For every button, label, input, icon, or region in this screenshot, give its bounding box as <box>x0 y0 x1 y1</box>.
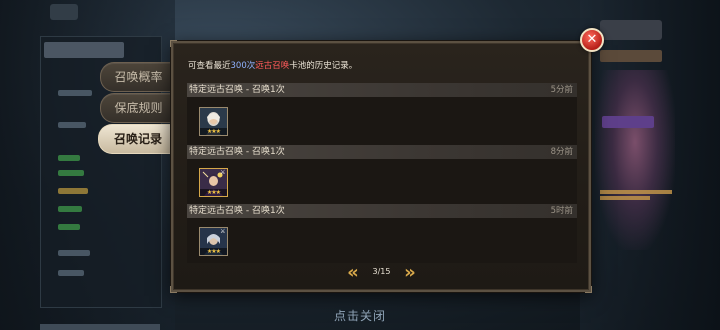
background-strip <box>58 155 80 161</box>
background-strip <box>58 122 86 128</box>
history-list[interactable]: 特定远古召唤 - 召唤1次 5分前 ★★★ 特定远古召唤 - 召唤1次 8分前 <box>187 83 577 263</box>
weapon-icon: ⚔ <box>220 169 226 176</box>
hero-portrait-blue-knight-icon[interactable]: ⚔ ★★★ <box>199 227 228 256</box>
background-strip <box>58 188 88 194</box>
info-prefix: 可查看最近 <box>188 61 231 71</box>
background-strip <box>58 224 80 230</box>
hero-star-rating: ★★★ <box>200 248 227 255</box>
background-right-strip <box>600 196 650 200</box>
close-x-icon[interactable]: ✕ <box>580 28 604 52</box>
hero-star-rating: ★★★ <box>200 128 227 135</box>
hero-star-rating: ★★★ <box>200 189 227 196</box>
summon-history-panel: 可查看最近300次远古召唤卡池的历史记录。 特定远古召唤 - 召唤1次 5分前 … <box>170 40 592 293</box>
background-right-strip <box>600 190 672 194</box>
panel-corner-ornament <box>585 286 592 293</box>
background-side-footer <box>40 324 160 330</box>
background-side-header <box>44 42 124 58</box>
tap-to-close-hint[interactable]: 点击关闭 <box>0 307 720 324</box>
background-strip <box>58 170 84 176</box>
tab-summon-probability[interactable]: 召唤概率 <box>100 62 176 92</box>
background-hero-art <box>595 70 675 250</box>
double-chevron-right-icon[interactable]: » <box>400 264 420 282</box>
record-time: 5时前 <box>550 206 573 216</box>
background-right-bar <box>600 20 662 40</box>
background-strip <box>58 250 90 256</box>
record-title: 特定远古召唤 - 召唤1次 <box>189 85 285 95</box>
info-count: 300次 <box>230 61 256 71</box>
page-indicator: 3/15 <box>372 267 391 276</box>
weapon-icon: ⚔ <box>220 228 226 235</box>
record-time: 5分前 <box>550 85 573 95</box>
record-title: 特定远古召唤 - 召唤1次 <box>189 147 285 157</box>
record-title: 特定远古召唤 - 召唤1次 <box>189 206 285 216</box>
tab-summon-history[interactable]: 召唤记录 <box>98 124 177 154</box>
panel-corner-ornament <box>170 286 177 293</box>
history-record-header: 特定远古召唤 - 召唤1次 8分前 <box>187 145 577 159</box>
hero-portrait-purple-mage-icon[interactable]: ⚔ ★★★ <box>199 168 228 197</box>
double-chevron-left-icon[interactable]: « <box>343 264 363 282</box>
history-info-text: 可查看最近300次远古召唤卡池的历史记录。 <box>188 59 357 71</box>
background-top-button <box>50 4 78 20</box>
background-right-bar <box>600 50 662 62</box>
tab-pity-rules[interactable]: 保底规则 <box>100 93 176 123</box>
panel-corner-ornament <box>170 40 177 47</box>
info-pool-name: 远古召唤 <box>255 61 290 71</box>
pagination: « 3/15 » <box>343 264 420 282</box>
background-strip <box>58 270 84 276</box>
history-record-header: 特定远古召唤 - 召唤1次 5分前 <box>187 83 577 97</box>
background-strip <box>58 90 92 96</box>
record-time: 8分前 <box>550 147 573 157</box>
background-right-tag <box>602 116 654 128</box>
background-strip <box>58 206 82 212</box>
info-suffix: 卡池的历史记录。 <box>289 61 358 71</box>
hero-portrait-silver-hair-icon[interactable]: ★★★ <box>199 107 228 136</box>
history-record-header: 特定远古召唤 - 召唤1次 5时前 <box>187 204 577 218</box>
